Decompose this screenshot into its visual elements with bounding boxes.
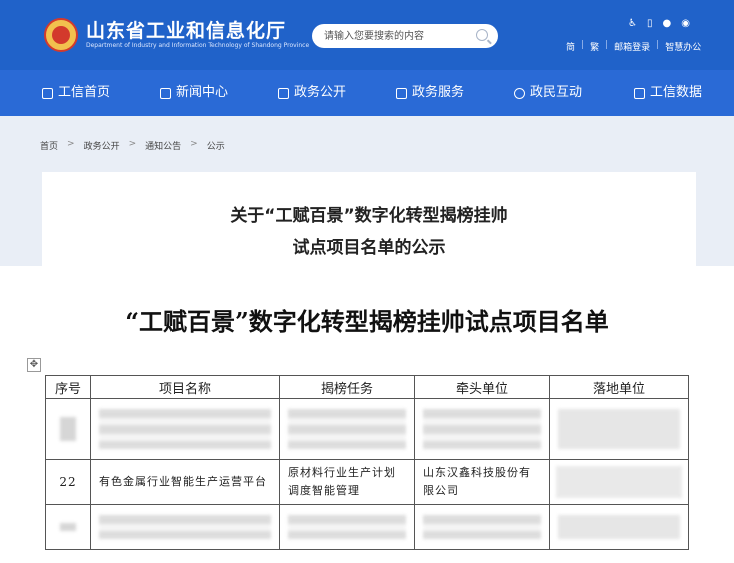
blurred-cell xyxy=(45,504,91,550)
breadcrumb-home[interactable]: 首页 xyxy=(40,139,58,152)
article-title-line2: 试点项目名单的公示 xyxy=(292,238,446,258)
article-title: 关于“工赋百景”数字化转型揭榜挂帅 试点项目名单的公示 xyxy=(42,200,696,264)
wechat-icon[interactable]: ● xyxy=(662,18,671,29)
nav-item-label: 政务服务 xyxy=(412,85,465,100)
nav-item-public-affairs[interactable]: 政务公开 xyxy=(278,70,346,116)
search-input[interactable] xyxy=(324,28,464,44)
accessibility-icon[interactable]: ♿ xyxy=(628,18,637,29)
home-icon xyxy=(42,87,53,99)
header-lead: 牵头单位 xyxy=(414,375,550,399)
nav-item-label: 工信数据 xyxy=(650,85,703,100)
nav-item-news[interactable]: 新闻中心 xyxy=(160,70,228,116)
mail-login-link[interactable]: 邮箱登录 xyxy=(614,40,650,53)
table-row-blurred xyxy=(45,398,689,460)
search-box[interactable] xyxy=(312,24,498,48)
row-project-text: 有色金属行业智能生产运营平台 xyxy=(99,475,267,488)
blurred-cell xyxy=(90,398,280,460)
document-title: “工赋百景”数字化转型揭榜挂帅试点项目名单 xyxy=(125,307,609,336)
main-nav: 工信首页 新闻中心 政务公开 政务服务 政民互动 工信数据 xyxy=(0,70,734,116)
nav-item-data[interactable]: 工信数据 xyxy=(634,70,702,116)
row-task-text: 原材料行业生产计划调度智能管理 xyxy=(288,466,396,497)
header-links: 简 | 繁 | 邮箱登录 | 智慧办公 xyxy=(566,40,702,53)
article-title-line1: 关于“工赋百景”数字化转型揭榜挂帅 xyxy=(230,206,508,226)
nav-item-services[interactable]: 政务服务 xyxy=(396,70,464,116)
header-site: 落地单位 xyxy=(549,375,689,399)
row-project: 有色金属行业智能生产运营平台 xyxy=(90,459,280,505)
monitor-icon xyxy=(278,87,289,99)
nav-item-home[interactable]: 工信首页 xyxy=(42,70,110,116)
row-lead-text: 山东汉鑫科技股份有限公司 xyxy=(423,466,531,497)
header-index: 序号 xyxy=(45,375,91,399)
interaction-icon xyxy=(514,87,525,99)
blurred-cell xyxy=(279,504,415,550)
search-icon[interactable] xyxy=(476,29,488,41)
row-index: 22 xyxy=(45,459,91,505)
article-card: 关于“工赋百景”数字化转型揭榜挂帅 试点项目名单的公示 xyxy=(42,172,696,267)
blurred-cell xyxy=(549,398,689,460)
header-project: 项目名称 xyxy=(90,375,280,399)
mobile-icon[interactable]: ▯ xyxy=(647,18,653,29)
row-lead: 山东汉鑫科技股份有限公司 xyxy=(414,459,550,505)
breadcrumb: 首页 > 政务公开 > 通知公告 > 公示 xyxy=(40,139,225,152)
blurred-cell xyxy=(45,398,91,460)
blurred-cell xyxy=(414,398,550,460)
row-site-blurred xyxy=(549,459,689,505)
site-subtitle: Department of Industry and Information T… xyxy=(86,42,310,49)
tool-icons: ♿ ▯ ● ◉ xyxy=(628,18,690,29)
table-row-blurred xyxy=(45,504,689,550)
national-emblem-icon xyxy=(44,18,78,52)
blurred-cell xyxy=(549,504,689,550)
table-move-icon[interactable]: ✥ xyxy=(27,358,41,372)
nav-item-label: 政民互动 xyxy=(530,85,583,100)
breadcrumb-notices[interactable]: 通知公告 xyxy=(145,139,181,152)
breadcrumb-public-affairs[interactable]: 政务公开 xyxy=(84,139,120,152)
row-task: 原材料行业生产计划调度智能管理 xyxy=(279,459,415,505)
news-icon xyxy=(160,87,171,99)
blurred-cell xyxy=(279,398,415,460)
weibo-icon[interactable]: ◉ xyxy=(681,18,690,29)
blurred-cell xyxy=(414,504,550,550)
smart-office-link[interactable]: 智慧办公 xyxy=(665,40,701,53)
header-task: 揭榜任务 xyxy=(279,375,415,399)
site-title[interactable]: 山东省工业和信息化厅 xyxy=(86,16,286,43)
site-header: 山东省工业和信息化厅 Department of Industry and In… xyxy=(0,0,734,70)
project-table: 序号 项目名称 揭榜任务 牵头单位 落地单位 22 有色金属行业智能生产运营平台… xyxy=(45,375,689,550)
breadcrumb-current: 公示 xyxy=(206,142,225,152)
table-header-row: 序号 项目名称 揭榜任务 牵头单位 落地单位 xyxy=(45,375,689,399)
blurred-cell xyxy=(90,504,280,550)
service-icon xyxy=(396,87,407,99)
lang-simplified-link[interactable]: 简 xyxy=(566,40,575,53)
nav-item-interaction[interactable]: 政民互动 xyxy=(514,70,582,116)
nav-item-label: 政务公开 xyxy=(294,85,347,100)
database-icon xyxy=(634,87,645,99)
nav-item-label: 工信首页 xyxy=(58,85,111,100)
lang-traditional-link[interactable]: 繁 xyxy=(590,40,599,53)
table-row: 22 有色金属行业智能生产运营平台 原材料行业生产计划调度智能管理 山东汉鑫科技… xyxy=(45,459,689,505)
nav-item-label: 新闻中心 xyxy=(176,85,229,100)
